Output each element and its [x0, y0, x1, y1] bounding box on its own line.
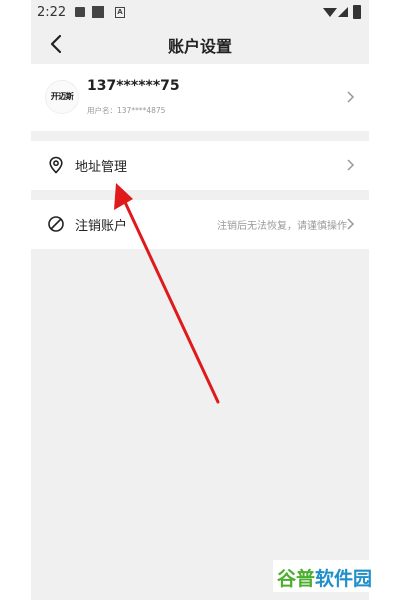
- signal-icon: [338, 7, 348, 17]
- cancel-account-label: 注销账户: [75, 219, 128, 234]
- watermark-part2: 软件园: [315, 568, 373, 590]
- prohibited-icon: [48, 216, 64, 232]
- square-icon: [92, 6, 104, 18]
- chevron-right-icon: [347, 159, 355, 171]
- status-bar: 2:22 A: [31, 0, 369, 24]
- watermark-part1: 谷普: [277, 568, 316, 590]
- cancel-account-row[interactable]: 注销账户 注销后无法恢复，请谨慎操作: [31, 200, 369, 249]
- location-pin-icon: [49, 156, 63, 174]
- a-icon: A: [115, 7, 125, 18]
- header: 账户设置: [31, 26, 369, 62]
- account-phone: 137******75: [87, 78, 180, 94]
- cancel-account-hint: 注销后无法恢复，请谨慎操作: [217, 221, 347, 232]
- account-logo: 开迈斯: [45, 80, 79, 114]
- wifi-icon: [323, 8, 337, 17]
- chevron-right-icon: [347, 218, 355, 230]
- status-time: 2:22: [37, 5, 67, 20]
- account-card[interactable]: 开迈斯 137******75 用户名：137****4875: [31, 64, 369, 131]
- phone-screen: 2:22 A 账户设置 开迈斯 137******75 用户名：137****4…: [31, 0, 369, 600]
- image-icon: [75, 7, 85, 17]
- watermark-logo: 谷普软件园: [277, 564, 372, 591]
- watermark: 谷普软件园: [273, 560, 391, 592]
- battery-icon: [353, 5, 361, 19]
- page-title: 账户设置: [167, 37, 232, 56]
- account-username: 用户名：137****4875: [87, 106, 166, 115]
- address-management-label: 地址管理: [75, 160, 128, 175]
- address-management-row[interactable]: 地址管理: [31, 141, 369, 190]
- chevron-right-icon: [347, 91, 355, 103]
